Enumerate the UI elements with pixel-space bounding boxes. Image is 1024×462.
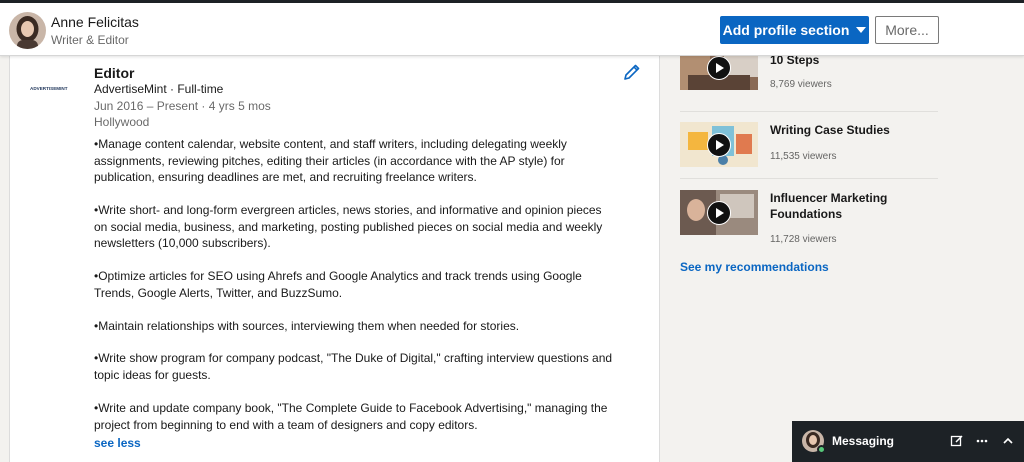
profile-sticky-header: Anne Felicitas Writer & Editor Add profi… (0, 3, 1024, 56)
course-thumbnail[interactable] (680, 190, 758, 235)
course-title[interactable]: Writing Case Studies (770, 122, 940, 138)
description-paragraph: •Write and update company book, "The Com… (94, 401, 608, 432)
add-profile-section-button[interactable]: Add profile section (720, 16, 869, 44)
divider (680, 111, 938, 112)
job-dates: Jun 2016 – Present · 4 yrs 5 mos (94, 99, 271, 113)
description-paragraph: •Manage content calendar, website conten… (94, 137, 567, 184)
caret-down-icon (856, 27, 867, 33)
course-thumbnail[interactable] (680, 122, 758, 167)
course-item[interactable]: Influencer Marketing Foundations 11,728 … (680, 190, 938, 252)
messaging-label[interactable]: Messaging (832, 434, 894, 448)
divider (680, 178, 938, 179)
edit-pencil-icon[interactable] (622, 62, 642, 82)
see-less-link[interactable]: see less (94, 436, 141, 450)
description-paragraph: •Write show program for company podcast,… (94, 351, 613, 382)
course-item[interactable]: Writing Case Studies 11,535 viewers (680, 122, 938, 184)
company-logo-text: ADVERTISEMINT (30, 86, 68, 91)
play-icon (707, 201, 731, 225)
job-title[interactable]: Editor (94, 65, 134, 81)
description-paragraph: •Write short- and long-form evergreen ar… (94, 203, 603, 250)
course-viewers: 11,728 viewers (770, 234, 837, 245)
ellipsis-icon[interactable] (973, 432, 991, 450)
description-paragraph: •Maintain relationships with sources, in… (94, 319, 520, 333)
play-icon (707, 133, 731, 157)
play-icon (707, 56, 731, 80)
description-paragraph: •Optimize articles for SEO using Ahrefs … (94, 269, 582, 300)
more-button[interactable]: More... (875, 16, 939, 44)
course-viewers: 11,535 viewers (770, 151, 837, 162)
experience-card: ADVERTISEMINT Editor AdvertiseMint · Ful… (9, 56, 660, 462)
profile-name: Anne Felicitas (51, 14, 139, 30)
online-status-indicator (817, 445, 826, 454)
avatar[interactable] (9, 12, 46, 49)
course-title[interactable]: Influencer Marketing Foundations (770, 190, 940, 222)
compose-icon[interactable] (948, 432, 966, 450)
job-location: Hollywood (94, 115, 150, 129)
course-viewers: 8,769 viewers (770, 79, 832, 90)
chevron-up-icon[interactable] (999, 432, 1017, 450)
company-name: AdvertiseMint · Full-time (94, 82, 224, 96)
learning-recommendations: Write a Bestselling Novel in 10 Steps 8,… (661, 37, 1024, 462)
company-logo[interactable]: ADVERTISEMINT (30, 83, 74, 93)
profile-headline: Writer & Editor (51, 33, 129, 47)
messaging-bar[interactable]: Messaging (792, 421, 1024, 462)
see-recommendations-link[interactable]: See my recommendations (680, 260, 829, 274)
add-profile-section-label: Add profile section (722, 22, 850, 38)
